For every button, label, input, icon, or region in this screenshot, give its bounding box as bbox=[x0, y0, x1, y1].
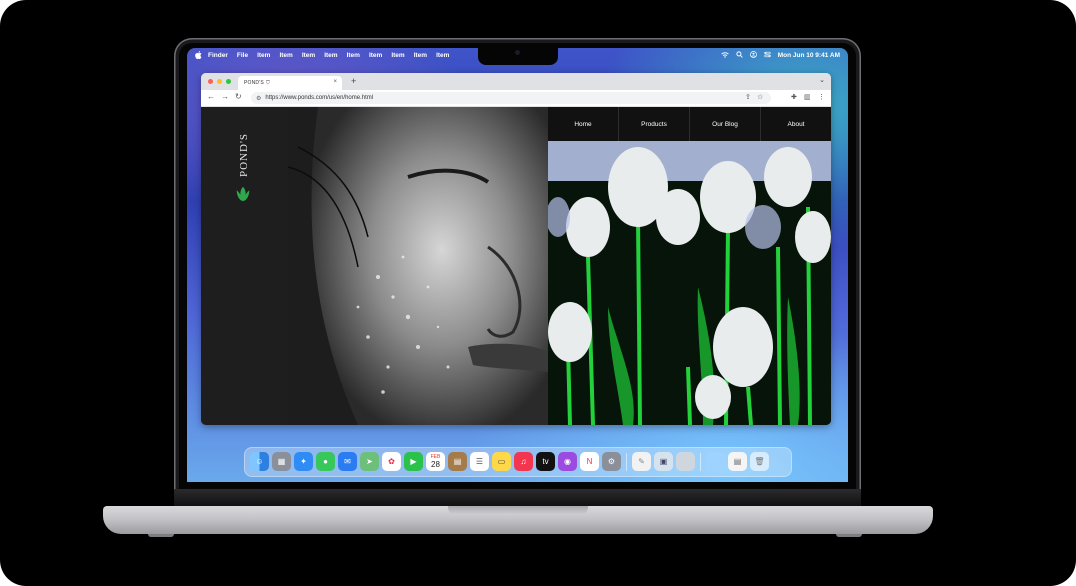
nav-our-blog[interactable]: Our Blog bbox=[690, 107, 761, 141]
bookmark-star-icon[interactable]: ☆ bbox=[757, 93, 763, 101]
menu-item[interactable]: Item bbox=[436, 52, 449, 59]
menu-item[interactable]: Item bbox=[257, 52, 270, 59]
facetime-icon[interactable]: ▶ bbox=[404, 452, 423, 471]
notes-brown-icon[interactable]: ▤ bbox=[448, 452, 467, 471]
share-icon[interactable]: ⇪ bbox=[745, 93, 751, 101]
laptop-thumb-notch bbox=[448, 506, 588, 515]
maps-icon[interactable]: ➤ bbox=[360, 452, 379, 471]
trash-icon[interactable]: 🗑 bbox=[750, 452, 769, 471]
menu-item[interactable]: Item bbox=[391, 52, 404, 59]
dock-separator bbox=[700, 453, 701, 471]
minimize-window-icon[interactable] bbox=[217, 79, 222, 84]
hero-portrait-image bbox=[288, 107, 548, 425]
browser-window: POND'S ⛉ × + ⌄ ← → ↻ ⚙ https://www.ponds… bbox=[201, 73, 831, 425]
messages-icon[interactable]: ● bbox=[316, 452, 335, 471]
wifi-icon[interactable] bbox=[721, 51, 729, 60]
finder-icon[interactable]: ☺ bbox=[250, 452, 269, 471]
calendar-day: 28 bbox=[431, 460, 440, 469]
blank-app-icon[interactable] bbox=[676, 452, 695, 471]
safari-icon[interactable]: ✦ bbox=[294, 452, 313, 471]
browser-toolbar: ← → ↻ ⚙ https://www.ponds.com/us/en/home… bbox=[201, 90, 831, 107]
notes-icon[interactable]: ▭ bbox=[492, 452, 511, 471]
menu-extras: Mon Jun 10 9:41 AM bbox=[721, 48, 840, 63]
more-menu-icon[interactable]: ⋮ bbox=[818, 93, 825, 101]
back-icon[interactable]: ← bbox=[207, 92, 215, 101]
music-icon[interactable]: ♫ bbox=[514, 452, 533, 471]
photos-icon[interactable]: ✿ bbox=[382, 452, 401, 471]
menu-item-file[interactable]: File bbox=[237, 52, 248, 59]
pages-icon[interactable]: ✎ bbox=[632, 452, 651, 471]
chevron-down-icon[interactable]: ⌄ bbox=[819, 76, 825, 84]
sidebar-toggle-icon[interactable]: ▥ bbox=[804, 93, 811, 101]
control-center-icon[interactable] bbox=[764, 51, 771, 60]
forward-icon[interactable]: → bbox=[221, 92, 229, 101]
brand-sidebar: POND'S bbox=[201, 107, 288, 425]
tab-close-icon[interactable]: × bbox=[333, 79, 337, 85]
preview-icon[interactable]: ▣ bbox=[654, 452, 673, 471]
calendar-icon[interactable]: FEB 28 bbox=[426, 452, 445, 471]
dock-separator bbox=[626, 453, 627, 471]
address-bar[interactable]: ⚙ https://www.ponds.com/us/en/home.html bbox=[251, 92, 771, 104]
menu-app-name[interactable]: Finder bbox=[208, 52, 228, 59]
close-window-icon[interactable] bbox=[208, 79, 213, 84]
camera-icon bbox=[515, 50, 520, 55]
dock: ☺ ▦ ✦ ● ✉ ➤ ✿ ▶ FEB 28 ▤ ☰ ▭ ♫ tv ◉ N ⚙ … bbox=[244, 447, 792, 477]
menu-item[interactable]: Item bbox=[369, 52, 382, 59]
launchpad-icon[interactable]: ▦ bbox=[272, 452, 291, 471]
folder-icon[interactable] bbox=[706, 452, 725, 471]
news-icon[interactable]: N bbox=[580, 452, 599, 471]
extensions-icon[interactable]: ✚ bbox=[791, 93, 797, 101]
menu-item[interactable]: Item bbox=[279, 52, 292, 59]
browser-tab[interactable]: POND'S ⛉ × bbox=[238, 76, 342, 90]
laptop-foot bbox=[836, 534, 862, 537]
laptop-hinge bbox=[174, 489, 861, 506]
podcasts-icon[interactable]: ◉ bbox=[558, 452, 577, 471]
new-tab-icon[interactable]: + bbox=[351, 76, 356, 86]
url-text: https://www.ponds.com/us/en/home.html bbox=[265, 95, 374, 101]
menu-clock[interactable]: Mon Jun 10 9:41 AM bbox=[778, 52, 840, 59]
user-icon[interactable] bbox=[749, 51, 757, 60]
tv-icon[interactable]: tv bbox=[536, 452, 555, 471]
webpage: POND'S Home Products Our Blog About bbox=[201, 107, 831, 425]
tab-title: POND'S bbox=[244, 80, 264, 86]
menu-item[interactable]: Item bbox=[347, 52, 360, 59]
search-icon[interactable] bbox=[736, 51, 743, 60]
desktop-screen: Finder File Item Item Item Item Item Ite… bbox=[187, 48, 848, 482]
tab-bar: POND'S ⛉ × + ⌄ bbox=[201, 73, 831, 90]
reload-icon[interactable]: ↻ bbox=[235, 92, 242, 101]
shield-icon: ⛉ bbox=[265, 80, 270, 86]
leaf-logo-icon[interactable] bbox=[234, 185, 252, 203]
reminders-icon[interactable]: ☰ bbox=[470, 452, 489, 471]
brand-logo-text[interactable]: POND'S bbox=[224, 125, 264, 185]
maximize-window-icon[interactable] bbox=[226, 79, 231, 84]
site-info-icon[interactable]: ⚙ bbox=[256, 95, 261, 102]
nav-about[interactable]: About bbox=[761, 107, 831, 141]
apple-icon[interactable] bbox=[194, 50, 202, 61]
settings-icon[interactable]: ⚙ bbox=[602, 452, 621, 471]
menu-item[interactable]: Item bbox=[414, 52, 427, 59]
document-icon[interactable]: ▤ bbox=[728, 452, 747, 471]
nav-home[interactable]: Home bbox=[548, 107, 619, 141]
mail-icon[interactable]: ✉ bbox=[338, 452, 357, 471]
site-navbar: Home Products Our Blog About bbox=[548, 107, 831, 141]
menu-item[interactable]: Item bbox=[302, 52, 315, 59]
nav-products[interactable]: Products bbox=[619, 107, 690, 141]
hero-tulips-image bbox=[548, 107, 831, 425]
laptop-foot bbox=[148, 534, 174, 537]
menu-item[interactable]: Item bbox=[324, 52, 337, 59]
